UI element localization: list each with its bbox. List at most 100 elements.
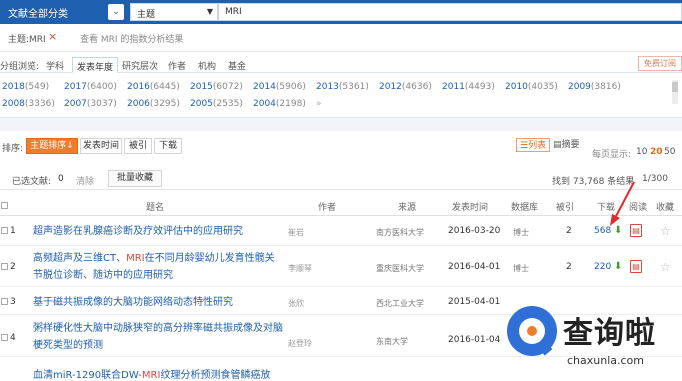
arrow-down-icon: ↓ [66, 141, 74, 151]
year-link[interactable]: 2017(6400) [64, 82, 117, 92]
article-date: 2016-04-01 [448, 262, 501, 272]
free-subscribe-button[interactable]: 免费订阅 [638, 56, 682, 71]
tab-institution[interactable]: 机构 [194, 57, 220, 73]
year-link[interactable]: 2013(5361) [316, 82, 369, 92]
close-icon[interactable]: × [48, 30, 57, 43]
per-page-20[interactable]: 20 [650, 147, 663, 157]
list-icon: ☰ [520, 141, 529, 151]
abstract-view-button[interactable]: ▤摘要 [550, 138, 583, 152]
row-number: 3 [10, 297, 16, 307]
year-link[interactable]: 2014(5906) [253, 82, 306, 92]
year-link[interactable]: 2007(3037) [64, 99, 117, 109]
article-cited[interactable]: 2 [566, 226, 572, 236]
header-downloads[interactable]: 下载 [597, 200, 615, 213]
tab-research-level[interactable]: 研究层次 [118, 57, 162, 73]
row-checkbox[interactable] [1, 227, 8, 234]
tab-subject[interactable]: 学科 [42, 57, 68, 73]
per-page-10[interactable]: 10 [636, 147, 647, 157]
query-info-row: 主题:MRI × 查看 MRI 的指数分析结果 [0, 24, 682, 52]
year-link[interactable]: 2009(3816) [568, 82, 621, 92]
result-count: 找到 73,768 条结果 [552, 177, 635, 187]
table-header: 题名 作者 来源 发表时间 数据库 被引 下载 阅读 收藏 [0, 196, 682, 216]
article-title-link[interactable]: 超声造影在乳腺癌诊断及疗效评估中的应用研究 [33, 223, 283, 240]
query-tag: 主题:MRI [8, 35, 46, 45]
header-collect: 收藏 [656, 203, 675, 213]
favorite-star-icon[interactable]: ☆ [660, 224, 671, 238]
sort-downloads-button[interactable]: 下载 [154, 138, 182, 154]
article-date: 2015-04-01 [448, 297, 501, 307]
article-source[interactable]: 东南大学 [376, 336, 408, 347]
table-row: 1 超声造影在乳腺癌诊断及疗效评估中的应用研究 崔岩 南方医科大学 2016-0… [0, 218, 682, 246]
article-downloads[interactable]: 568 [594, 226, 611, 236]
batch-collect-button[interactable]: 批量收藏 [108, 170, 162, 187]
selection-row: 已选文献: 0 清除 批量收藏 找到 73,768 条结果 1/300 [0, 168, 682, 190]
more-years-icon[interactable]: » [316, 99, 322, 109]
article-title-link[interactable]: 粥样硬化性大脑中动脉狭窄的高分辨率磁共振成像及对脑梗死类型的预测 [33, 320, 283, 354]
download-icon[interactable]: ⬇ [614, 262, 623, 272]
select-all-checkbox[interactable] [1, 202, 8, 209]
year-link[interactable]: 2012(4636) [379, 82, 432, 92]
year-link[interactable]: 2015(6072) [190, 82, 243, 92]
row-checkbox[interactable] [1, 334, 8, 341]
table-row: 2 高频超声及三维CT、MRI在不同月龄婴幼儿发育性髋关节脱位诊断、随访中的应用… [0, 247, 682, 287]
article-author[interactable]: 赵登玲 [288, 338, 312, 349]
article-date: 2016-01-04 [448, 335, 501, 345]
article-source[interactable]: 西北工业大学 [376, 298, 424, 309]
year-link[interactable]: 2011(4493) [442, 82, 495, 92]
search-input[interactable] [218, 3, 682, 21]
header-source: 来源 [398, 203, 417, 213]
selected-label: 已选文献: [12, 177, 52, 187]
article-author[interactable]: 李顺琴 [288, 263, 312, 274]
header-date: 发表时间 [452, 203, 489, 213]
logo-text-en: chaxunla.com [567, 354, 644, 367]
category-dropdown-icon[interactable]: ⌄ [108, 4, 124, 20]
favorite-star-icon[interactable]: ☆ [660, 260, 671, 274]
category-label[interactable]: 文献全部分类 [8, 5, 68, 20]
row-number: 4 [10, 333, 16, 343]
year-link[interactable]: 2010(4035) [505, 82, 558, 92]
year-link[interactable]: 2004(2198) [253, 99, 306, 109]
pdf-read-icon[interactable]: ▤ [630, 260, 642, 273]
trend-analysis-link[interactable]: 查看 MRI 的指数分析结果 [80, 32, 183, 45]
year-scrollbar[interactable] [672, 80, 678, 104]
article-source[interactable]: 南方医科大学 [376, 227, 424, 238]
tab-author[interactable]: 作者 [164, 57, 190, 73]
sort-relevance-button[interactable]: 主题排序↓ [26, 138, 78, 154]
row-checkbox[interactable] [1, 263, 8, 270]
grouping-tabs: 分组浏览: 学科 发表年度 研究层次 作者 机构 基金 免费订阅 [0, 55, 682, 73]
sort-cited-button[interactable]: 被引 [124, 138, 152, 154]
field-select[interactable]: 主题 ▼ [130, 3, 218, 21]
sort-toolbar: 排序: 主题排序↓ 发表时间 被引 下载 ☰列表 ▤摘要 每页显示: 10 20… [0, 135, 682, 160]
article-cited[interactable]: 2 [566, 262, 572, 272]
row-checkbox[interactable] [1, 298, 8, 305]
year-link[interactable]: 2016(6445) [127, 82, 180, 92]
article-database: 博士 [513, 264, 529, 273]
sort-date-button[interactable]: 发表时间 [80, 138, 122, 154]
article-downloads[interactable]: 220 [594, 262, 611, 272]
scrollbar-thumb[interactable] [672, 82, 678, 92]
tab-fund[interactable]: 基金 [224, 57, 250, 73]
article-database: 博士 [513, 228, 529, 237]
year-link[interactable]: 2005(2535) [190, 99, 243, 109]
article-title-link[interactable]: 高频超声及三维CT、MRI在不同月龄婴幼儿发育性髋关节脱位诊断、随访中的应用研究 [33, 250, 283, 284]
clear-selection-link[interactable]: 清除 [76, 174, 94, 187]
year-link[interactable]: 2008(3336) [2, 99, 55, 109]
article-source[interactable]: 重庆医科大学 [376, 263, 424, 274]
sort-label: 排序: [2, 144, 24, 154]
year-link[interactable]: 2018(549) [2, 82, 49, 92]
year-link[interactable]: 2006(3295) [127, 99, 180, 109]
article-title-link[interactable]: 基于磁共振成像的大脑功能网络动态特性研究 [33, 294, 283, 311]
article-author[interactable]: 张欣 [288, 298, 304, 309]
pdf-read-icon[interactable]: ▤ [630, 224, 642, 237]
field-select-value: 主题 [137, 10, 156, 20]
row-number: 2 [10, 262, 16, 272]
year-filter-grid: 2018(549) 2017(6400) 2016(6445) 2015(607… [0, 76, 682, 112]
article-title-link[interactable]: 血清miR-1290联合DW-MRI纹理分析预测食管鳞癌放 [33, 367, 283, 381]
per-page-50[interactable]: 50 [664, 147, 675, 157]
list-view-button[interactable]: ☰列表 [516, 138, 551, 152]
watermark-logo: 查询啦 chaxunla.com [505, 304, 675, 374]
download-icon[interactable]: ⬇ [614, 226, 623, 236]
header-cited[interactable]: 被引 [556, 200, 574, 213]
tab-publish-year[interactable]: 发表年度 [72, 57, 119, 73]
article-author[interactable]: 崔岩 [288, 227, 304, 238]
